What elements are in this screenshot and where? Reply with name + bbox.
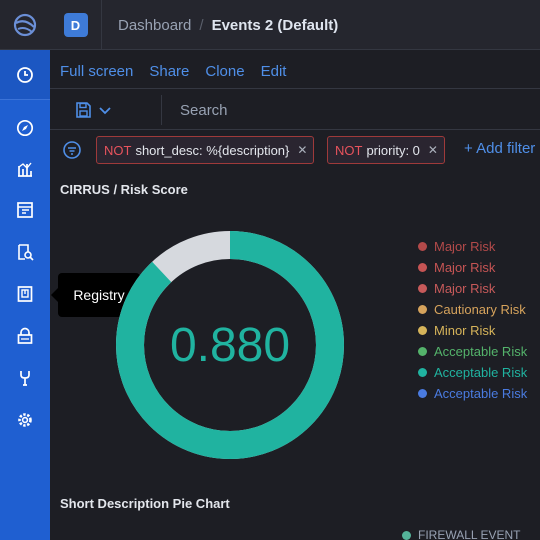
space-selector[interactable]: D xyxy=(50,0,102,50)
sidebar-item-recent[interactable] xyxy=(0,50,50,100)
app-logo[interactable] xyxy=(0,0,50,50)
panel-title: CIRRUS / Risk Score xyxy=(60,182,188,197)
legend-dot xyxy=(418,242,427,251)
legend-dot xyxy=(418,305,427,314)
legend-label: Major Risk xyxy=(434,239,496,254)
sidebar-item-dashboard[interactable] xyxy=(13,198,37,222)
legend-dot xyxy=(418,368,427,377)
legend-item[interactable]: Major Risk xyxy=(418,257,527,278)
legend-dot xyxy=(418,326,427,335)
sidebar-item-dev-tools[interactable] xyxy=(13,366,37,390)
filter-pill-short-desc[interactable]: NOT short_desc: %{description} ✕ xyxy=(96,136,315,164)
legend-dot xyxy=(418,389,427,398)
gear-icon xyxy=(18,413,32,427)
edit-link[interactable]: Edit xyxy=(261,63,287,80)
legend-label: Major Risk xyxy=(434,281,496,296)
legend-label: Minor Risk xyxy=(434,323,496,338)
search-input[interactable] xyxy=(168,97,528,123)
legend-item[interactable]: Minor Risk xyxy=(418,320,527,341)
sidebar-item-registry[interactable] xyxy=(13,282,37,306)
dashboard-actions: Full screen Share Clone Edit xyxy=(60,60,302,82)
query-bar xyxy=(50,88,540,130)
legend-label: Cautionary Risk xyxy=(434,302,526,317)
clone-link[interactable]: Clone xyxy=(205,63,244,80)
sidebar-item-discover[interactable] xyxy=(13,116,37,140)
sidebar-item-search[interactable] xyxy=(13,240,37,264)
breadcrumb-current: Events 2 (Default) xyxy=(211,16,339,34)
legend-item[interactable]: Acceptable Risk xyxy=(418,341,527,362)
legend-dot xyxy=(418,347,427,356)
breadcrumb: Dashboard / Events 2 (Default) xyxy=(118,0,338,50)
visualize-icon xyxy=(18,162,32,177)
sidebar-item-visualize[interactable] xyxy=(13,157,37,181)
sidebar-item-security[interactable] xyxy=(13,324,37,348)
top-bar: D Dashboard / Events 2 (Default) xyxy=(0,0,540,50)
registry-icon xyxy=(17,286,33,302)
legend-item[interactable]: Acceptable Risk xyxy=(418,383,527,404)
clock-icon xyxy=(17,66,33,83)
sidebar-nav xyxy=(0,50,50,540)
panel-title: Short Description Pie Chart xyxy=(60,496,230,511)
sidebar-item-settings[interactable] xyxy=(13,408,37,432)
legend-item[interactable]: Cautionary Risk xyxy=(418,299,527,320)
legend-item[interactable]: Acceptable Risk xyxy=(418,362,527,383)
breadcrumb-dashboard[interactable]: Dashboard xyxy=(118,17,191,34)
gauge-legend: Major Risk Major Risk Major Risk Cautionary… xyxy=(418,236,527,404)
filter-icon xyxy=(63,141,81,159)
discover-icon xyxy=(18,244,34,261)
legend-dot xyxy=(418,263,427,272)
space-avatar: D xyxy=(63,13,88,37)
filter-bar: NOT short_desc: %{description} ✕ NOT pri… xyxy=(50,130,540,170)
filter-negation: NOT xyxy=(335,142,363,158)
close-icon[interactable]: ✕ xyxy=(297,143,307,157)
dashboard-icon xyxy=(17,202,33,218)
share-link[interactable]: Share xyxy=(149,63,189,80)
close-icon[interactable]: ✕ xyxy=(428,143,438,157)
legend-label: Acceptable Risk xyxy=(434,386,528,401)
legend-item[interactable]: Major Risk xyxy=(418,278,527,299)
gauge-value: 0.880 xyxy=(169,318,291,372)
logo-icon xyxy=(13,13,37,37)
legend-dot xyxy=(402,530,411,540)
saved-query-button[interactable] xyxy=(64,95,162,125)
legend-item[interactable]: Major Risk xyxy=(418,236,527,257)
app: D Dashboard / Events 2 (Default) Registr… xyxy=(0,0,540,540)
legend-label[interactable]: FIREWALL EVENT xyxy=(418,528,520,540)
legend-label: Acceptable Risk xyxy=(434,344,528,359)
save-icon xyxy=(76,102,91,118)
filter-options-button[interactable] xyxy=(62,140,82,160)
filter-text: priority: 0 xyxy=(366,142,420,158)
chevron-down-icon xyxy=(99,107,111,115)
lock-icon xyxy=(17,327,33,344)
filter-text: short_desc: %{description} xyxy=(135,142,290,158)
wrench-icon xyxy=(20,371,30,386)
pie-legend: FIREWALL EVENT xyxy=(402,528,520,540)
compass-icon xyxy=(16,119,34,137)
full-screen-link[interactable]: Full screen xyxy=(60,63,133,80)
breadcrumb-separator: / xyxy=(199,16,204,34)
legend-label: Acceptable Risk xyxy=(434,365,528,380)
add-filter-button[interactable]: + Add filter xyxy=(464,140,535,157)
legend-dot xyxy=(418,284,427,293)
filter-pill-priority[interactable]: NOT priority: 0 ✕ xyxy=(327,136,445,164)
filter-negation: NOT xyxy=(104,142,132,158)
legend-label: Major Risk xyxy=(434,260,496,275)
